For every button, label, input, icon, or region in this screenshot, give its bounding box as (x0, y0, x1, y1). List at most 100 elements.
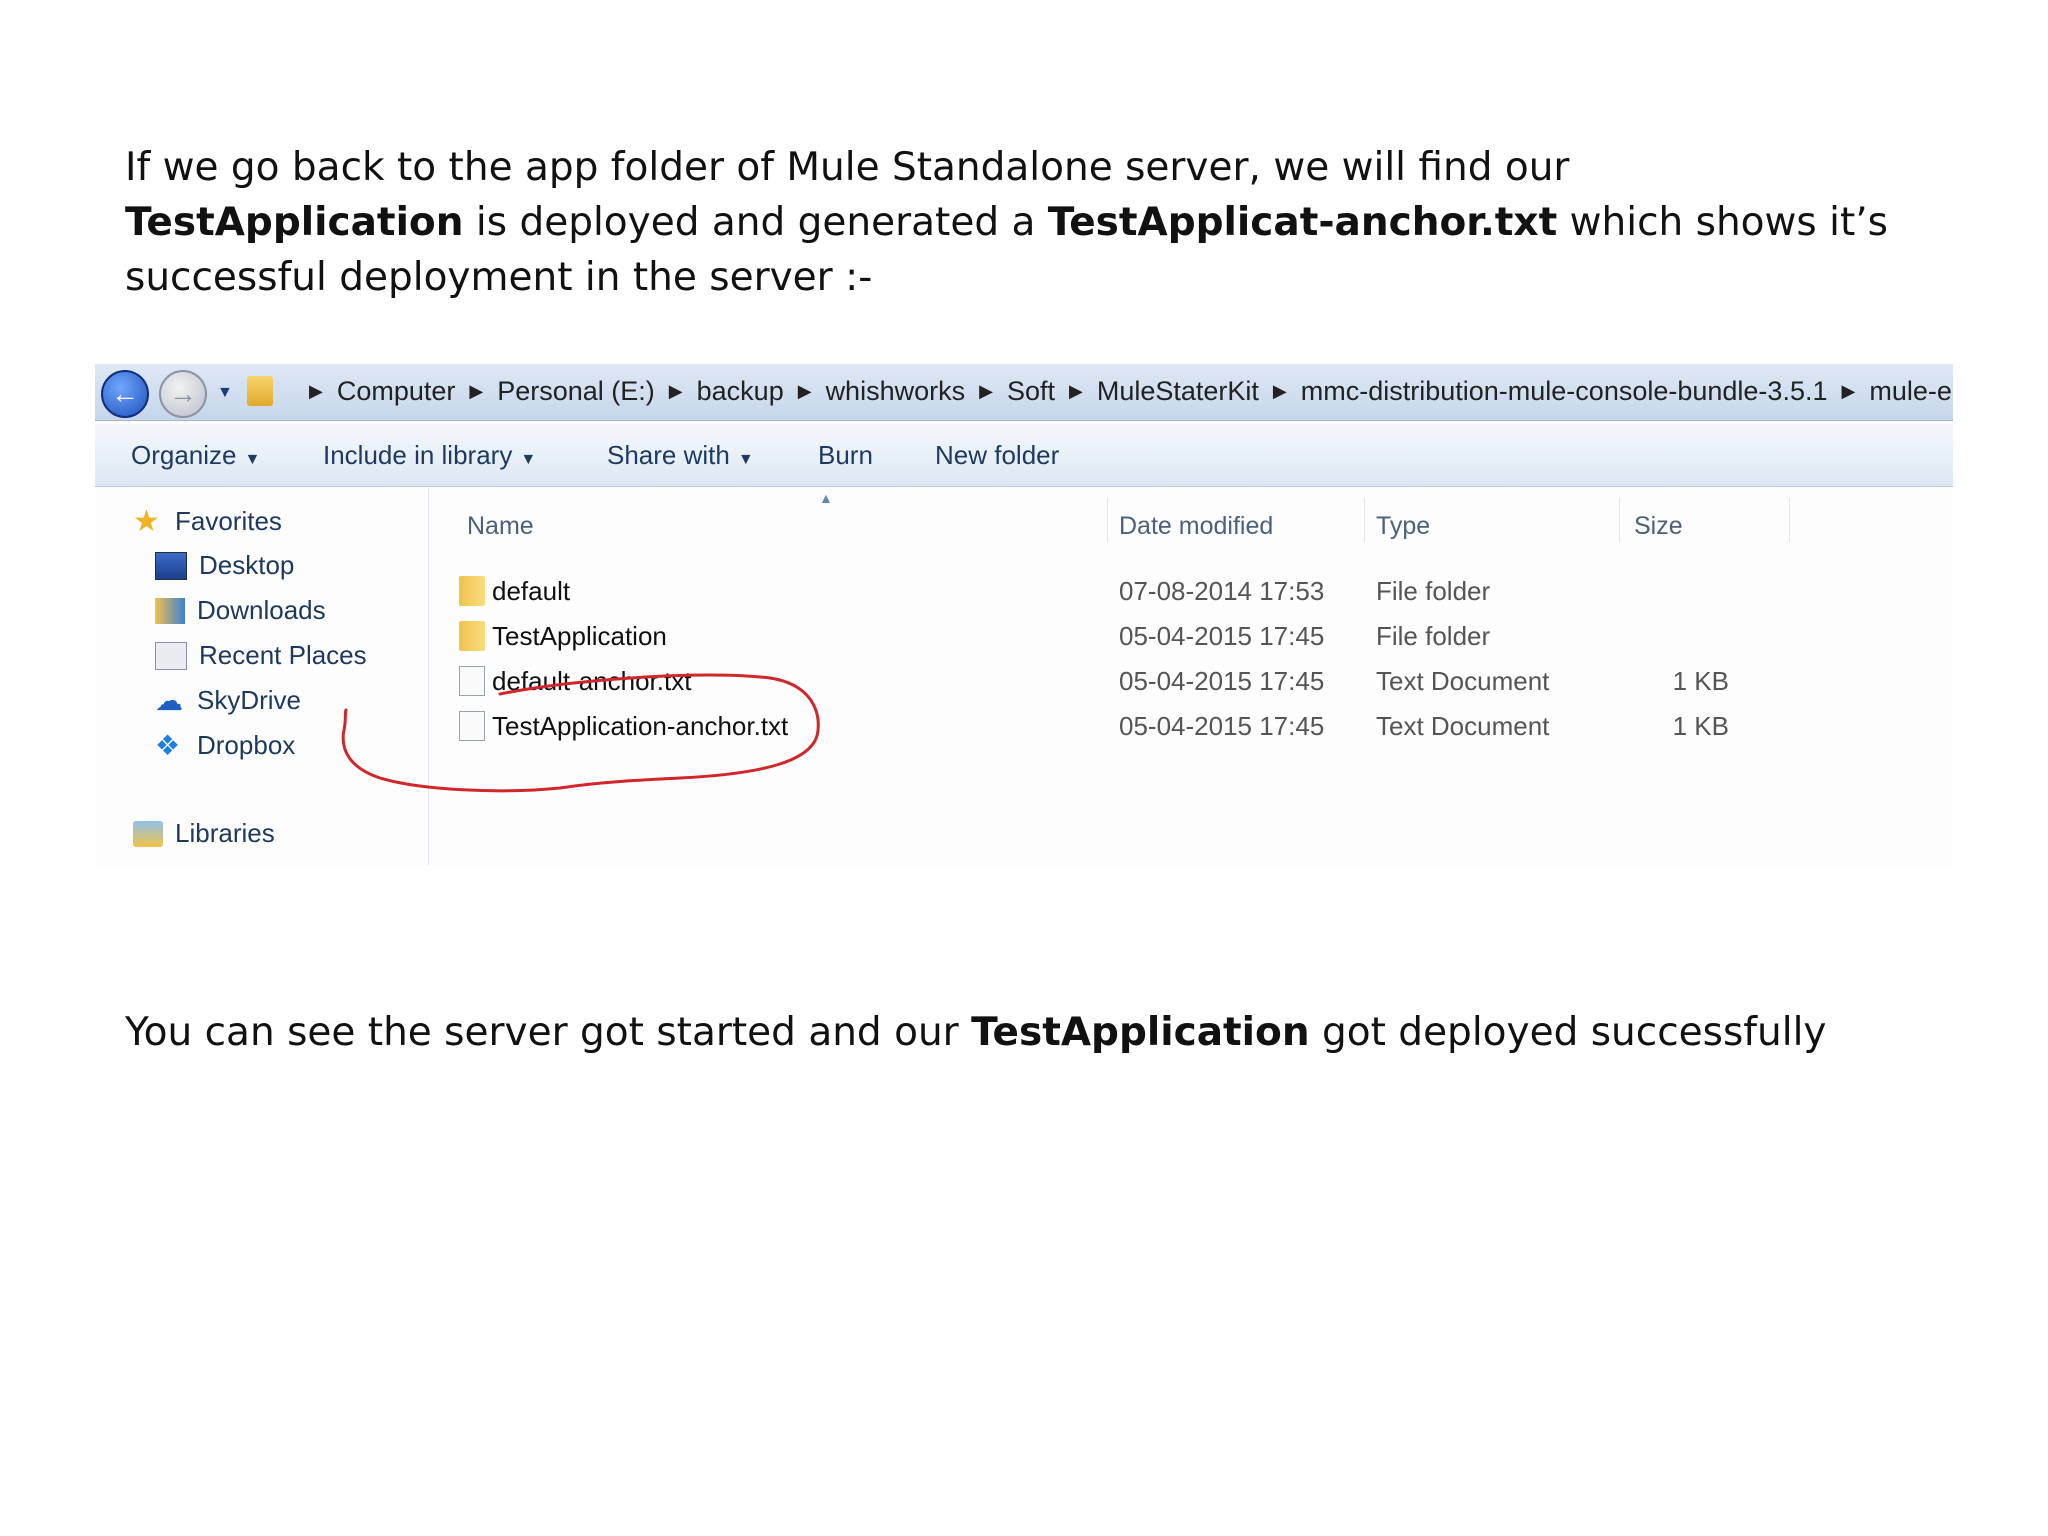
file-type: Text Document (1376, 666, 1550, 696)
navigation-pane: ★ Favorites Desktop Downloads Recent Pla… (95, 488, 429, 866)
intro-mid-1: is deployed and generated a (463, 200, 1048, 245)
file-name: default-anchor.txt (492, 666, 692, 696)
libraries-icon (133, 820, 163, 847)
breadcrumb-item-soft[interactable]: Soft (1007, 376, 1055, 407)
outro-pre: You can see the server got started and o… (125, 1010, 972, 1055)
new-folder-button[interactable]: New folder (935, 440, 1059, 471)
column-header-name[interactable]: Name (467, 512, 534, 541)
intro-bold-anchor: TestApplicat-anchor.txt (1047, 200, 1558, 245)
include-in-library-button[interactable]: Include in library ▼ (323, 440, 536, 471)
recent-pages-dropdown-icon[interactable]: ▼ (217, 384, 233, 402)
downloads-icon (155, 597, 185, 624)
chevron-right-icon[interactable]: ▶ (1841, 381, 1855, 402)
include-label: Include in library (323, 440, 513, 470)
intro-mid-2: which shows it’s (1557, 200, 1888, 245)
nav-label-dropbox: Dropbox (197, 730, 296, 760)
file-size: 1 KB (1672, 666, 1729, 696)
text-file-icon (459, 666, 485, 696)
nav-label-recent: Recent Places (199, 640, 367, 670)
desktop-icon (155, 551, 187, 580)
breadcrumb: ▶ Computer ▶ Personal (E:) ▶ backup ▶ wh… (295, 376, 1953, 407)
breadcrumb-item-personal-e[interactable]: Personal (E:) (497, 376, 655, 407)
column-divider[interactable] (1619, 498, 1620, 542)
file-row-default[interactable]: default 07-08-2014 17:53 File folder (429, 572, 1729, 612)
column-divider[interactable] (1107, 498, 1108, 542)
skydrive-icon: ☁ (155, 684, 183, 716)
file-date-modified: 07-08-2014 17:53 (1119, 576, 1325, 606)
forward-button[interactable]: → (159, 370, 207, 418)
recent-places-icon (155, 641, 187, 670)
nav-item-skydrive[interactable]: ☁ SkyDrive (155, 685, 301, 716)
file-name: TestApplication-anchor.txt (492, 711, 789, 741)
breadcrumb-item-mmc-distribution[interactable]: mmc-distribution-mule-console-bundle-3.5… (1301, 376, 1828, 407)
back-button[interactable]: ← (101, 370, 149, 418)
chevron-right-icon[interactable]: ▶ (1273, 381, 1287, 402)
nav-label-downloads: Downloads (197, 595, 326, 625)
file-name: default (492, 576, 571, 606)
chevron-down-icon: ▼ (520, 451, 537, 468)
sort-ascending-icon: ▲ (819, 490, 833, 506)
intro-bold-testapplication: TestApplication (125, 200, 464, 245)
folder-icon (459, 576, 485, 606)
breadcrumb-item-computer[interactable]: Computer (337, 376, 456, 407)
chevron-right-icon[interactable]: ▶ (309, 381, 323, 402)
chevron-right-icon[interactable]: ▶ (798, 381, 812, 402)
organize-button[interactable]: Organize ▼ (131, 440, 260, 471)
column-header-type[interactable]: Type (1376, 512, 1430, 541)
nav-label-desktop: Desktop (199, 550, 295, 580)
nav-item-recent-places[interactable]: Recent Places (155, 640, 367, 671)
breadcrumb-item-mulestaterkit[interactable]: MuleStaterKit (1097, 376, 1259, 407)
file-name: TestApplication (492, 621, 667, 651)
breadcrumb-item-backup[interactable]: backup (697, 376, 784, 407)
chevron-right-icon[interactable]: ▶ (469, 381, 483, 402)
intro-line-3: successful deployment in the server :- (125, 255, 873, 300)
file-row-testapplication[interactable]: TestApplication 05-04-2015 17:45 File fo… (429, 617, 1729, 657)
chevron-right-icon[interactable]: ▶ (1069, 381, 1083, 402)
share-with-button[interactable]: Share with ▼ (607, 440, 754, 471)
file-date-modified: 05-04-2015 17:45 (1119, 621, 1325, 651)
outro-bold-testapplication: TestApplication (971, 1010, 1310, 1055)
file-date-modified: 05-04-2015 17:45 (1119, 666, 1325, 696)
nav-item-desktop[interactable]: Desktop (155, 550, 294, 581)
text-file-icon (459, 711, 485, 741)
column-divider[interactable] (1789, 498, 1790, 542)
chevron-down-icon: ▼ (737, 451, 754, 468)
column-header-date-modified[interactable]: Date modified (1119, 512, 1273, 541)
nav-item-libraries[interactable]: Libraries (133, 818, 275, 849)
file-date-modified: 05-04-2015 17:45 (1119, 711, 1325, 741)
nav-item-dropbox[interactable]: ❖ Dropbox (155, 730, 295, 761)
chevron-right-icon[interactable]: ▶ (979, 381, 993, 402)
nav-item-favorites[interactable]: ★ Favorites (133, 506, 282, 537)
intro-line-1: If we go back to the app folder of Mule … (125, 145, 1570, 190)
dropbox-icon: ❖ (155, 729, 181, 761)
chevron-down-icon: ▼ (244, 451, 261, 468)
file-row-testapplication-anchor[interactable]: TestApplication-anchor.txt 05-04-2015 17… (429, 707, 1729, 747)
share-label: Share with (607, 440, 730, 470)
breadcrumb-item-mule-en[interactable]: mule-en (1869, 376, 1953, 407)
file-type: File folder (1376, 576, 1491, 606)
folder-icon (247, 376, 273, 406)
intro-line-2: TestApplication is deployed and generate… (125, 195, 1955, 250)
breadcrumb-item-whishworks[interactable]: whishworks (826, 376, 966, 407)
star-icon: ★ (133, 504, 160, 538)
file-row-default-anchor[interactable]: default-anchor.txt 05-04-2015 17:45 Text… (429, 662, 1729, 702)
organize-label: Organize (131, 440, 237, 470)
nav-label-favorites: Favorites (175, 506, 282, 536)
outro-post: got deployed successfully (1309, 1010, 1827, 1055)
file-list: Name ▲ Date modified Type Size default 0… (429, 488, 1953, 866)
nav-label-skydrive: SkyDrive (197, 685, 302, 715)
outro-paragraph: You can see the server got started and o… (125, 1005, 1955, 1060)
column-header-size[interactable]: Size (1634, 512, 1683, 541)
nav-label-libraries: Libraries (175, 818, 275, 848)
chevron-right-icon[interactable]: ▶ (669, 381, 683, 402)
file-type: Text Document (1376, 711, 1550, 741)
command-bar: Organize ▼ Include in library ▼ Share with… (95, 424, 1953, 487)
folder-icon (459, 621, 485, 651)
column-divider[interactable] (1364, 498, 1365, 542)
explorer-window: ← → ▼ ▶ Computer ▶ Personal (E:) ▶ backu… (95, 364, 1953, 866)
burn-button[interactable]: Burn (818, 440, 873, 471)
nav-item-downloads[interactable]: Downloads (155, 595, 326, 626)
file-size: 1 KB (1672, 711, 1729, 741)
file-type: File folder (1376, 621, 1491, 651)
intro-paragraph: If we go back to the app folder of Mule … (125, 140, 1955, 305)
